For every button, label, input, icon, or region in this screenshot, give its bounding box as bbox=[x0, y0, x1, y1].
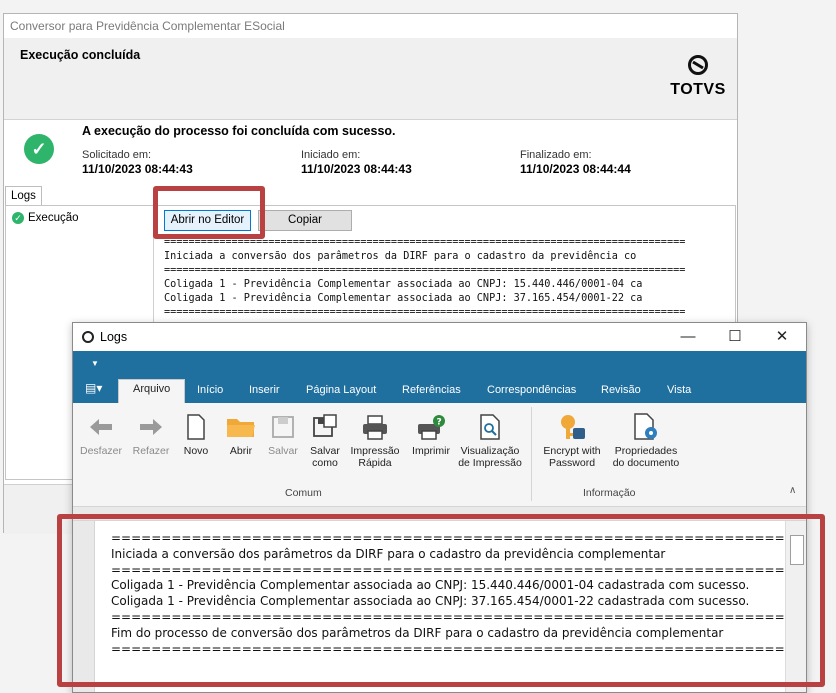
finalizado-value: 11/10/2023 08:44:44 bbox=[520, 162, 631, 176]
document-properties-button[interactable]: Propriedades do documento bbox=[611, 409, 681, 469]
print-settings-icon: ? bbox=[418, 415, 445, 440]
print-preview-icon bbox=[480, 414, 500, 440]
save-as-label: Salvar como bbox=[310, 445, 340, 469]
quick-print-button[interactable]: Impressão Rápida bbox=[349, 409, 401, 469]
tab-referencias[interactable]: Referências bbox=[402, 381, 461, 403]
save-icon bbox=[272, 416, 294, 438]
tab-pagina-layout[interactable]: Página Layout bbox=[306, 381, 376, 403]
print-button[interactable]: ? Imprimir bbox=[409, 409, 453, 457]
totvs-logo-icon bbox=[688, 55, 708, 75]
tab-arquivo[interactable]: Arquivo bbox=[118, 379, 186, 403]
printer-icon bbox=[363, 415, 387, 440]
folder-icon bbox=[227, 419, 255, 437]
tab-vista[interactable]: Vista bbox=[667, 381, 691, 403]
tab-revisao[interactable]: Revisão bbox=[601, 381, 641, 403]
tree-item-label: Execução bbox=[28, 212, 79, 224]
iniciado-label: Iniciado em: bbox=[301, 149, 361, 161]
encrypt-with-password-button[interactable]: Encrypt with Password bbox=[537, 409, 607, 469]
new-document-icon bbox=[187, 414, 205, 440]
timestamp-solicitado: Solicitado em: 11/10/2023 08:44:43 bbox=[82, 149, 193, 176]
tree-item-execucao[interactable]: ✓ Execução bbox=[12, 212, 79, 224]
iniciado-value: 11/10/2023 08:44:43 bbox=[301, 162, 412, 176]
group-label-comum: Comum bbox=[285, 487, 322, 499]
solicitado-value: 11/10/2023 08:44:43 bbox=[82, 162, 193, 176]
logo-text: TOTVS bbox=[670, 81, 726, 98]
header-title: Execução concluída bbox=[20, 48, 141, 62]
check-circle-icon: ✓ bbox=[24, 134, 54, 164]
minimize-button[interactable]: — bbox=[673, 327, 703, 347]
file-menu-icon[interactable]: ▤▾ bbox=[85, 381, 113, 397]
timestamp-iniciado: Iniciado em: 11/10/2023 08:44:43 bbox=[301, 149, 412, 176]
logs-titlebar: Logs — ☐ ✕ bbox=[73, 323, 806, 351]
screen: Conversor para Previdência Complementar … bbox=[0, 0, 836, 693]
timestamp-finalizado: Finalizado em: 11/10/2023 08:44:44 bbox=[520, 149, 631, 176]
save-button[interactable]: Salvar bbox=[265, 409, 301, 457]
print-preview-label: Visualização de Impressão bbox=[458, 445, 522, 469]
quick-access-dropdown-icon[interactable]: ▼ bbox=[91, 359, 99, 368]
tab-correspondencias[interactable]: Correspondências bbox=[487, 381, 576, 403]
solicitado-label: Solicitado em: bbox=[82, 149, 152, 161]
save-label: Salvar bbox=[268, 445, 298, 457]
document-properties-icon bbox=[634, 413, 657, 440]
encrypt-label: Encrypt with Password bbox=[543, 445, 601, 469]
app-icon bbox=[82, 331, 94, 343]
ribbon-body: Desfazer Refazer Novo Abrir Salvar Salva… bbox=[73, 403, 806, 507]
redo-button[interactable]: Refazer bbox=[129, 409, 173, 457]
undo-icon bbox=[90, 419, 112, 435]
document-properties-label: Propriedades do documento bbox=[612, 445, 680, 469]
tab-logs[interactable]: Logs bbox=[5, 186, 42, 206]
group-separator bbox=[531, 407, 532, 501]
group-label-informacao: Informação bbox=[583, 487, 636, 499]
save-as-button[interactable]: Salvar como bbox=[307, 409, 343, 469]
new-label: Novo bbox=[183, 445, 209, 457]
tab-inserir[interactable]: Inserir bbox=[249, 381, 280, 403]
close-button[interactable]: ✕ bbox=[767, 327, 797, 347]
open-label: Abrir bbox=[229, 445, 253, 457]
success-message: A execução do processo foi concluída com… bbox=[82, 124, 396, 138]
print-preview-button[interactable]: Visualização de Impressão bbox=[457, 409, 523, 469]
quick-print-label: Impressão Rápida bbox=[350, 445, 400, 469]
undo-label: Desfazer bbox=[79, 445, 122, 457]
svg-text:?: ? bbox=[437, 418, 442, 428]
tab-inicio[interactable]: Início bbox=[197, 381, 223, 403]
finalizado-label: Finalizado em: bbox=[520, 149, 592, 161]
copy-button[interactable]: Copiar bbox=[258, 210, 352, 231]
totvs-logo: TOTVS bbox=[668, 54, 728, 99]
highlight-box-editor-button bbox=[153, 186, 265, 239]
dialog-header: Execução concluída TOTVS bbox=[4, 38, 737, 120]
undo-button[interactable]: Desfazer bbox=[79, 409, 123, 457]
ribbon-tab-bar: ▼ ▤▾ Arquivo Início Inserir Página Layou… bbox=[73, 351, 806, 403]
check-icon: ✓ bbox=[12, 212, 24, 224]
highlight-box-document bbox=[57, 514, 825, 687]
new-button[interactable]: Novo bbox=[181, 409, 211, 457]
key-icon bbox=[561, 415, 585, 439]
maximize-button[interactable]: ☐ bbox=[720, 327, 750, 347]
save-as-icon bbox=[313, 414, 337, 437]
redo-icon bbox=[140, 419, 162, 435]
dialog-title: Conversor para Previdência Complementar … bbox=[10, 19, 285, 33]
collapse-ribbon-icon[interactable]: ∧ bbox=[789, 485, 796, 496]
print-label: Imprimir bbox=[412, 445, 450, 457]
logs-window-title: Logs bbox=[100, 330, 128, 344]
redo-label: Refazer bbox=[132, 445, 170, 457]
open-button[interactable]: Abrir bbox=[223, 409, 259, 457]
